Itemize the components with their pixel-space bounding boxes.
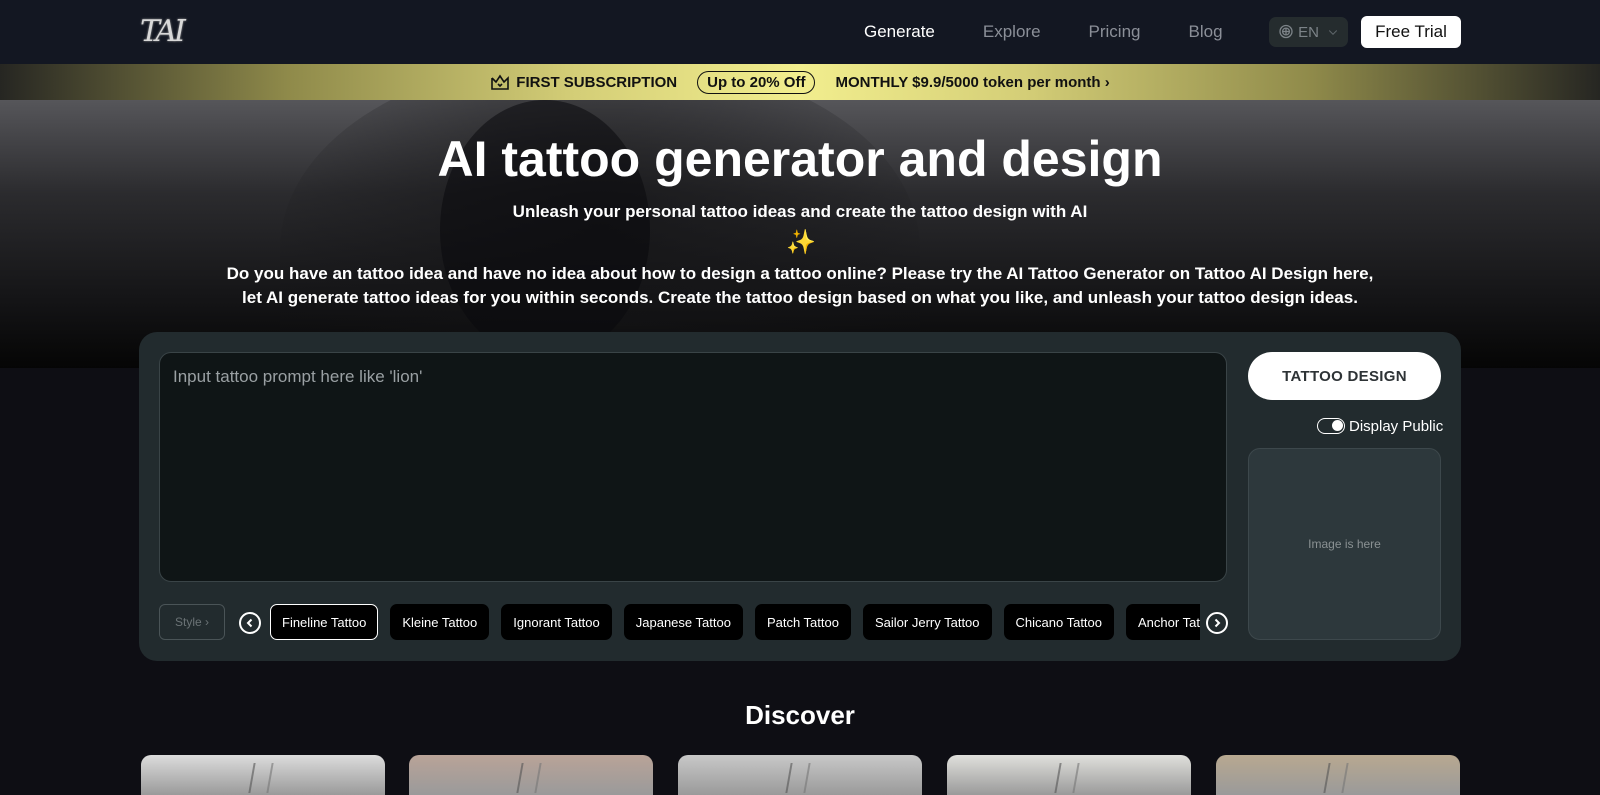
display-public-label: Display Public	[1349, 417, 1444, 435]
chevron-left-icon	[246, 618, 253, 628]
language-selector[interactable]: EN	[1269, 17, 1348, 47]
chevron-right-icon	[1214, 618, 1221, 628]
scroll-left-button[interactable]	[239, 612, 261, 634]
tattoo-sketch	[516, 763, 542, 793]
discover-card[interactable]	[947, 755, 1191, 795]
promo-banner[interactable]: FIRST SUBSCRIPTION Up to 20% Off MONTHLY…	[0, 64, 1600, 100]
globe-icon	[1279, 24, 1293, 39]
sparkle-icon: ✨	[786, 229, 816, 256]
discover-card[interactable]	[678, 755, 922, 795]
style-chip-chicano[interactable]: Chicano Tattoo	[1003, 604, 1115, 640]
language-value: EN	[1298, 23, 1319, 41]
style-button[interactable]: Style ›	[159, 604, 225, 640]
style-chip-kleine[interactable]: Kleine Tattoo	[390, 604, 490, 640]
style-chip-japanese[interactable]: Japanese Tattoo	[623, 604, 743, 640]
scroll-right-button[interactable]	[1206, 612, 1228, 634]
tattoo-sketch	[1054, 763, 1080, 793]
nav-link-explore[interactable]: Explore	[983, 22, 1041, 42]
logo[interactable]: TAI	[140, 12, 192, 52]
promo-cta-link[interactable]: MONTHLY $9.9/5000 token per month ›	[835, 74, 1109, 91]
discount-badge: Up to 20% Off	[697, 70, 816, 94]
crown-icon	[491, 74, 510, 90]
style-chip-list: Fineline Tattoo Kleine Tattoo Ignorant T…	[270, 604, 1200, 640]
toggle-knob	[1332, 420, 1343, 431]
free-trial-button[interactable]: Free Trial	[1361, 16, 1461, 48]
tattoo-sketch	[1323, 763, 1349, 793]
top-nav: TAI Generate Explore Pricing Blog EN Fre…	[0, 0, 1600, 64]
style-chip-anchor[interactable]: Anchor Tattoo	[1126, 604, 1200, 640]
discover-gallery	[141, 755, 1461, 795]
nav-links: Generate Explore Pricing Blog	[864, 0, 1271, 64]
hero-description-line-1: Do you have an tattoo idea and have no i…	[226, 264, 1374, 283]
image-preview: Image is here	[1248, 448, 1441, 640]
style-chip-ignorant[interactable]: Ignorant Tattoo	[501, 604, 612, 640]
discover-card[interactable]	[409, 755, 653, 795]
style-chip-fineline[interactable]: Fineline Tattoo	[270, 604, 379, 640]
hero-subtitle: Unleash your personal tattoo ideas and c…	[512, 202, 1088, 221]
page-title: AI tattoo generator and design	[437, 131, 1163, 187]
tattoo-sketch	[248, 763, 274, 793]
image-placeholder-text: Image is here	[1308, 537, 1381, 551]
display-public-toggle[interactable]	[1317, 418, 1345, 434]
chevron-down-icon	[1328, 30, 1338, 35]
prompt-input[interactable]	[159, 352, 1227, 582]
nav-link-pricing[interactable]: Pricing	[1089, 22, 1141, 42]
discover-card[interactable]	[1216, 755, 1460, 795]
discover-heading: Discover	[745, 700, 855, 730]
style-chip-patch[interactable]: Patch Tattoo	[754, 604, 851, 640]
display-public-row: Display Public	[1317, 416, 1443, 436]
promo-label: FIRST SUBSCRIPTION	[516, 73, 678, 91]
style-chip-sailor-jerry[interactable]: Sailor Jerry Tattoo	[862, 604, 992, 640]
hero-description: Do you have an tattoo idea and have no i…	[0, 262, 1600, 310]
nav-link-blog[interactable]: Blog	[1189, 22, 1223, 42]
tattoo-design-button[interactable]: TATTOO DESIGN	[1248, 352, 1441, 400]
tattoo-sketch	[785, 763, 811, 793]
nav-link-generate[interactable]: Generate	[864, 22, 935, 42]
discover-card[interactable]	[141, 755, 385, 795]
generator-panel: TATTOO DESIGN Display Public Image is he…	[139, 332, 1461, 661]
hero-description-line-2: let AI generate tattoo ideas for you wit…	[242, 288, 1358, 307]
